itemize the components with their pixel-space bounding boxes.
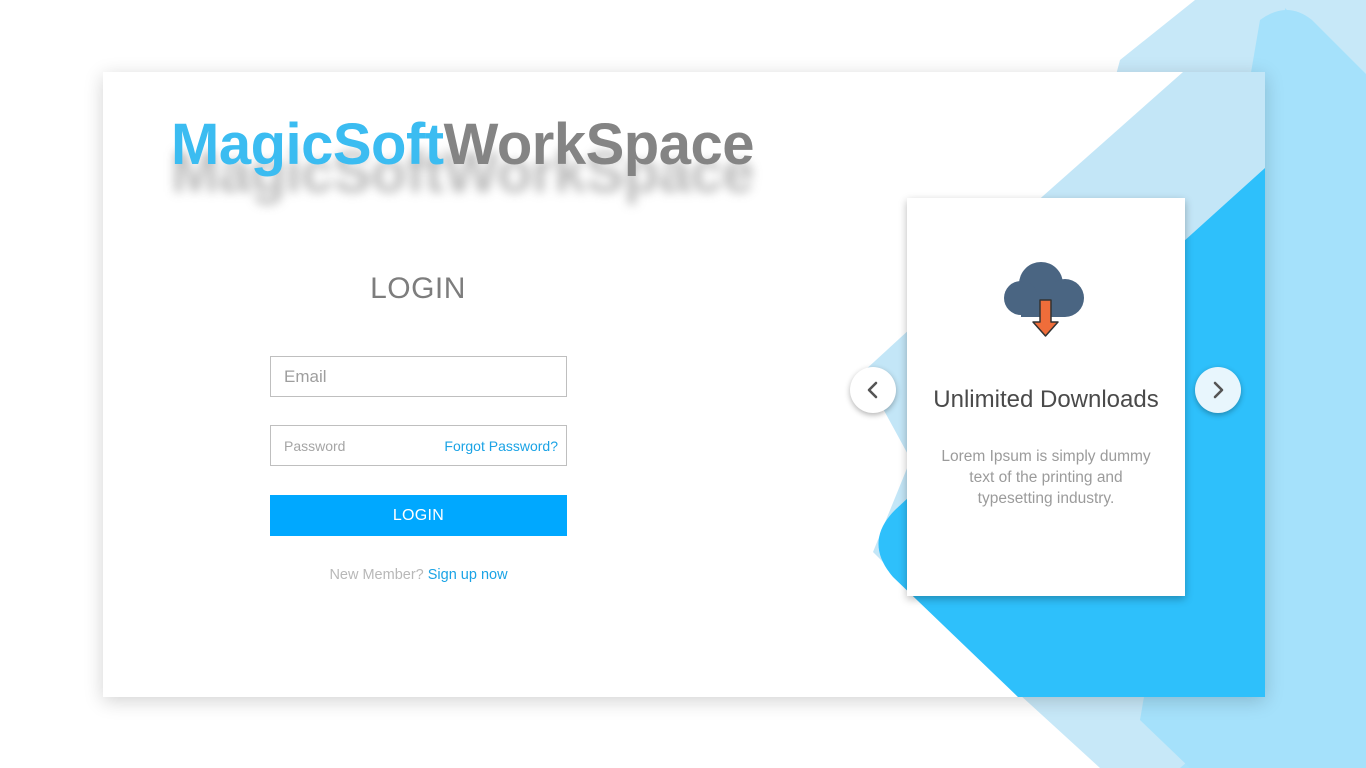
feature-description: Lorem Ipsum is simply dummy text of the …	[941, 448, 1151, 507]
feature-card: Unlimited Downloads Lorem Ipsum is simpl…	[907, 198, 1185, 596]
cloud-download-icon	[1004, 262, 1084, 337]
signup-prompt: New Member? Sign up now	[270, 567, 567, 583]
feature-title: Unlimited Downloads	[933, 386, 1159, 413]
email-field-wrapper	[270, 356, 567, 397]
password-field-wrapper: Forgot Password?	[270, 425, 567, 466]
email-input[interactable]	[271, 357, 566, 396]
new-member-text: New Member?	[329, 567, 424, 583]
carousel-prev-button[interactable]	[850, 367, 896, 413]
carousel-next-button[interactable]	[1195, 367, 1241, 413]
brand-name-part1: MagicSoft	[171, 112, 444, 177]
signup-link[interactable]: Sign up now	[428, 567, 508, 583]
login-button[interactable]: LOGIN	[270, 495, 567, 536]
forgot-password-link[interactable]: Forgot Password?	[444, 438, 558, 454]
chevron-right-icon	[1213, 381, 1224, 399]
password-input[interactable]	[271, 426, 441, 465]
login-title: LOGIN	[370, 272, 466, 305]
brand-name-part2: WorkSpace	[443, 112, 755, 177]
brand-logo: MagicSoftWorkSpace	[171, 116, 754, 174]
chevron-left-icon	[867, 381, 878, 399]
